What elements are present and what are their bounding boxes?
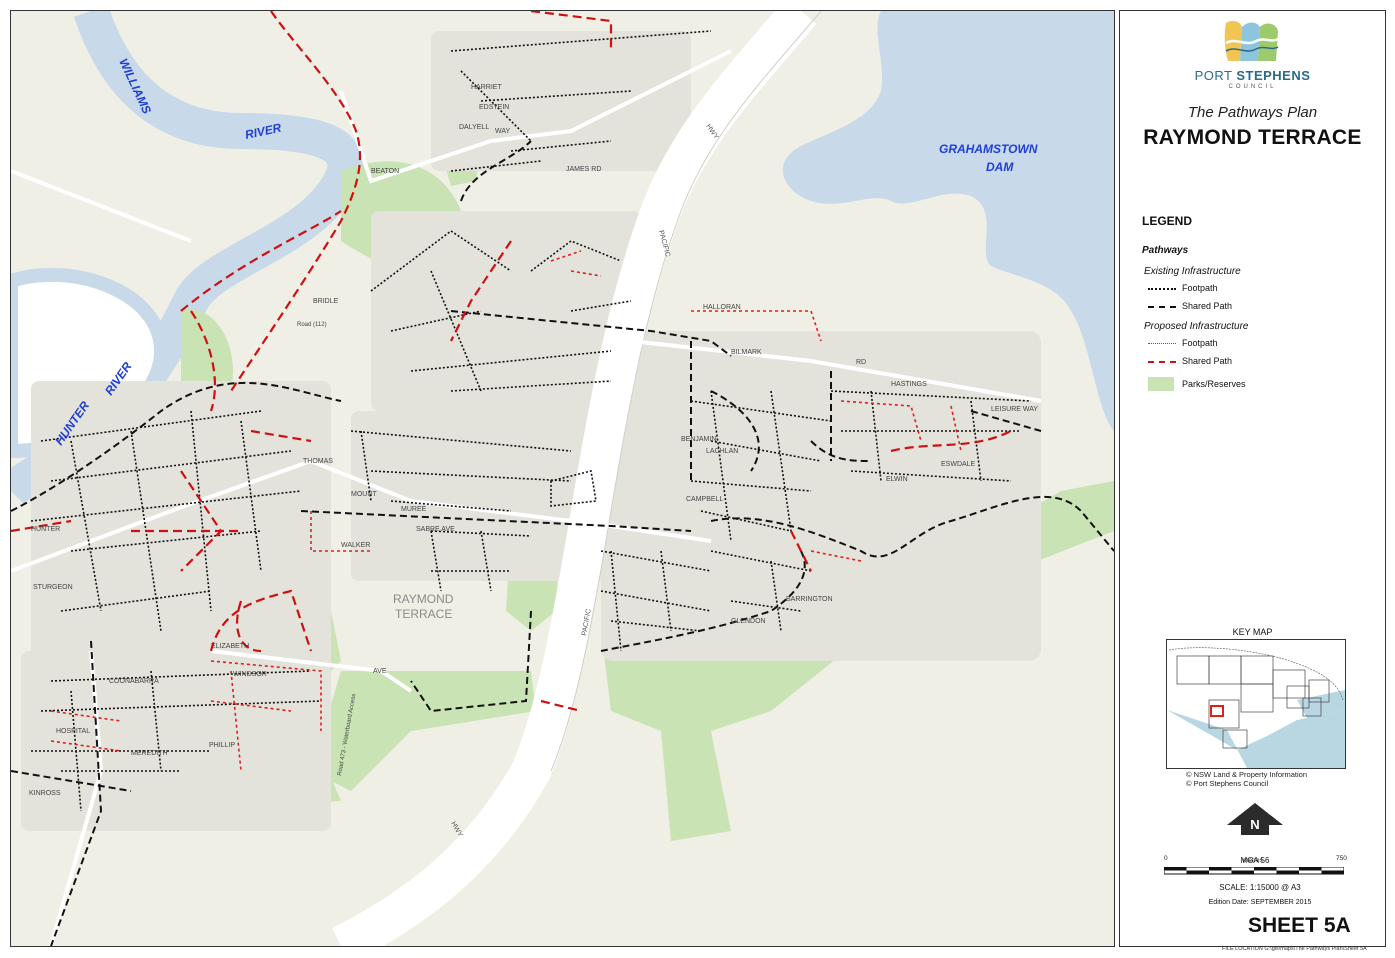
label-leisure-way: LEISURE WAY <box>991 406 1038 413</box>
label-hunter-st: HUNTER <box>31 526 60 533</box>
label-rd: RD <box>856 359 866 366</box>
legend-existing-footpath-label: Footpath <box>1182 283 1218 293</box>
scale-bar <box>1164 867 1344 875</box>
north-letter: N <box>1250 817 1259 832</box>
legend-existing-footpath-swatch <box>1148 288 1176 290</box>
label-meredith: MEREDITH <box>131 750 168 757</box>
legend-proposed-shared-swatch <box>1148 361 1176 363</box>
label-glendon: GLENDON <box>731 618 766 625</box>
label-walker: WALKER <box>341 542 370 549</box>
label-hwy-2: HWY <box>449 821 463 839</box>
label-terrace: TERRACE <box>395 607 452 621</box>
map-canvas[interactable]: WILLIAMS RIVER HUNTER RIVER GRAHAMSTOWN … <box>11 11 1114 946</box>
keymap-title: KEY MAP <box>1232 627 1273 637</box>
label-campbell: CAMPBELL <box>686 496 723 503</box>
label-coonabarra: COONABARRA <box>109 678 159 685</box>
label-dalyell: DALYELL <box>459 124 489 131</box>
label-edstein: EDSTEIN <box>479 104 509 111</box>
keymap-drawing <box>1167 647 1345 768</box>
label-elwin: ELWIN <box>886 476 908 483</box>
keymap[interactable] <box>1166 639 1346 769</box>
sheet-number: SHEET 5A <box>1248 914 1351 937</box>
legend-existing-shared-label: Shared Path <box>1182 301 1233 311</box>
legend-proposed-footpath-label: Footpath <box>1182 338 1218 348</box>
legend-parks-swatch <box>1148 377 1174 391</box>
copyright-council: © Port Stephens Council <box>1186 779 1269 788</box>
legend-title: LEGEND <box>1142 214 1193 228</box>
label-harriet: HARRIET <box>471 84 502 91</box>
logo-subtitle: COUNCIL <box>1228 84 1277 90</box>
label-sturgeon: STURGEON <box>33 584 73 591</box>
label-mount: MOUNT <box>351 491 377 498</box>
port-stephens-logo-icon <box>1224 20 1279 62</box>
legend-proposed-footpath-swatch <box>1148 343 1176 344</box>
label-ave: AVE <box>373 668 387 675</box>
label-phillip: PHILLIP <box>209 742 235 749</box>
keymap-current-sheet <box>1210 705 1224 717</box>
label-eswdale: ESWDALE <box>941 461 976 468</box>
label-halloran: HALLORAN <box>703 304 741 311</box>
edition-date: Edition Date: SEPTEMBER 2015 <box>1208 899 1312 906</box>
map-viewport[interactable]: WILLIAMS RIVER HUNTER RIVER GRAHAMSTOWN … <box>10 10 1115 947</box>
scale-unit: metres <box>1243 857 1263 864</box>
label-windsor: WINDSOR <box>233 671 267 678</box>
scale-text: SCALE: 1:15000 @ A3 <box>1219 883 1301 892</box>
legend-group-proposed: Proposed Infrastructure <box>1144 321 1249 332</box>
label-kinross: KINROSS <box>29 790 61 797</box>
scale-end: 750 <box>1336 855 1347 862</box>
label-barrington: BARRINGTON <box>786 596 833 603</box>
label-sabre-ave: SABRE AVE <box>416 526 455 533</box>
file-location: FILE LOCATION G:\gis\maps\The Pathways P… <box>1222 946 1367 952</box>
legend-group-existing: Existing Infrastructure <box>1144 266 1241 277</box>
label-benjamin: BENJAMIN <box>681 436 716 443</box>
label-way: WAY <box>495 128 510 135</box>
plan-title: RAYMOND TERRACE <box>1143 126 1362 149</box>
plan-subtitle: The Pathways Plan <box>1187 104 1318 121</box>
label-road-112: Road (112) <box>297 322 327 328</box>
label-lachlan: LACHLAN <box>706 448 738 455</box>
label-raymond: RAYMOND <box>393 592 454 606</box>
side-panel: PORT STEPHENS COUNCIL The Pathways Plan … <box>1119 10 1386 947</box>
label-beaton: BEATON <box>371 168 399 175</box>
scale-start: 0 <box>1164 855 1168 862</box>
logo-wordmark: PORT STEPHENS <box>1194 68 1311 83</box>
label-hospital: HOSPITAL <box>56 728 90 735</box>
label-bilmark: BILMARK <box>731 349 762 356</box>
legend-existing-shared-swatch <box>1148 306 1176 308</box>
label-thomas: THOMAS <box>303 458 333 465</box>
label-elizabeth: ELIZABETH <box>211 643 249 650</box>
label-dam: DAM <box>986 160 1014 174</box>
label-muree: MUREE <box>401 506 427 513</box>
label-grahamstown: GRAHAMSTOWN <box>939 142 1038 156</box>
north-arrow-icon: N <box>1227 803 1283 835</box>
label-hastings: HASTINGS <box>891 381 927 388</box>
legend-proposed-shared-label: Shared Path <box>1182 356 1233 366</box>
legend-parks-label: Parks/Reserves <box>1182 379 1246 389</box>
copyright-lpi: © NSW Land & Property Information <box>1186 770 1307 779</box>
label-bridle: BRIDLE <box>313 298 339 305</box>
legend-section-pathways: Pathways <box>1142 245 1189 256</box>
label-james-rd: JAMES RD <box>566 166 601 173</box>
